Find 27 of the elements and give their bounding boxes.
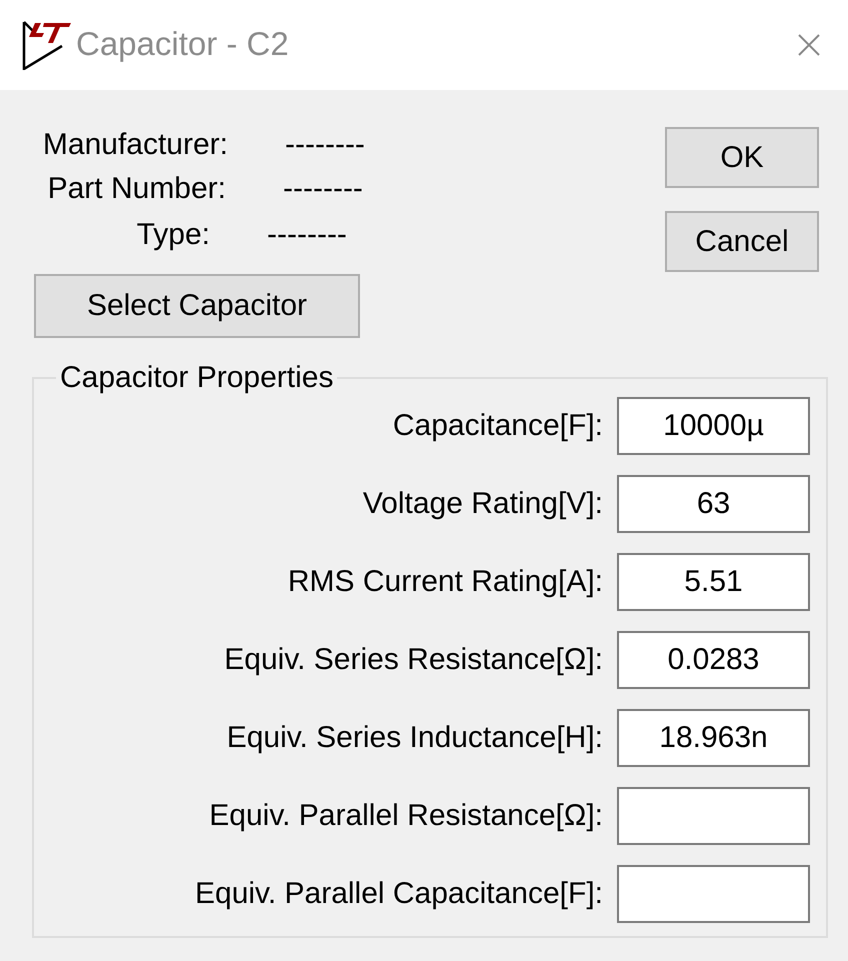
logo-icon [22, 20, 72, 70]
field-label: Capacitance[F]: [392, 409, 603, 443]
input-field[interactable] [617, 787, 810, 845]
group-title: Capacitor Properties [59, 360, 334, 396]
field-label: RMS Current Rating[A]: [286, 565, 603, 599]
field-label: Type: [136, 218, 210, 252]
field-label: Part Number: [46, 172, 226, 206]
input-field[interactable]: 5.51 [617, 553, 810, 611]
field-label: Equiv. Parallel Capacitance[F]: [194, 877, 603, 911]
field-label: Equiv. Series Inductance[H]: [226, 721, 603, 755]
ok-button[interactable]: OK [665, 127, 819, 188]
field-label: Equiv. Series Resistance[Ω]: [223, 643, 603, 677]
input-field[interactable]: 18.963n [617, 709, 810, 767]
window-title: Capacitor - C2 [76, 25, 290, 63]
select-capacitor-button[interactable]: Select Capacitor [34, 274, 360, 338]
field-value: -------- [283, 172, 363, 206]
input-field[interactable]: 0.0283 [617, 631, 810, 689]
field-label: Voltage Rating[V]: [362, 487, 603, 521]
field-value: -------- [267, 218, 347, 252]
field-value: -------- [285, 128, 365, 162]
cancel-button[interactable]: Cancel [665, 211, 819, 272]
field-label: Equiv. Parallel Resistance[Ω]: [208, 799, 603, 833]
field-label: Manufacturer: [42, 128, 228, 162]
input-field[interactable]: 10000µ [617, 397, 810, 455]
input-field[interactable]: 63 [617, 475, 810, 533]
input-field[interactable] [617, 865, 810, 923]
close-icon[interactable] [798, 34, 820, 56]
